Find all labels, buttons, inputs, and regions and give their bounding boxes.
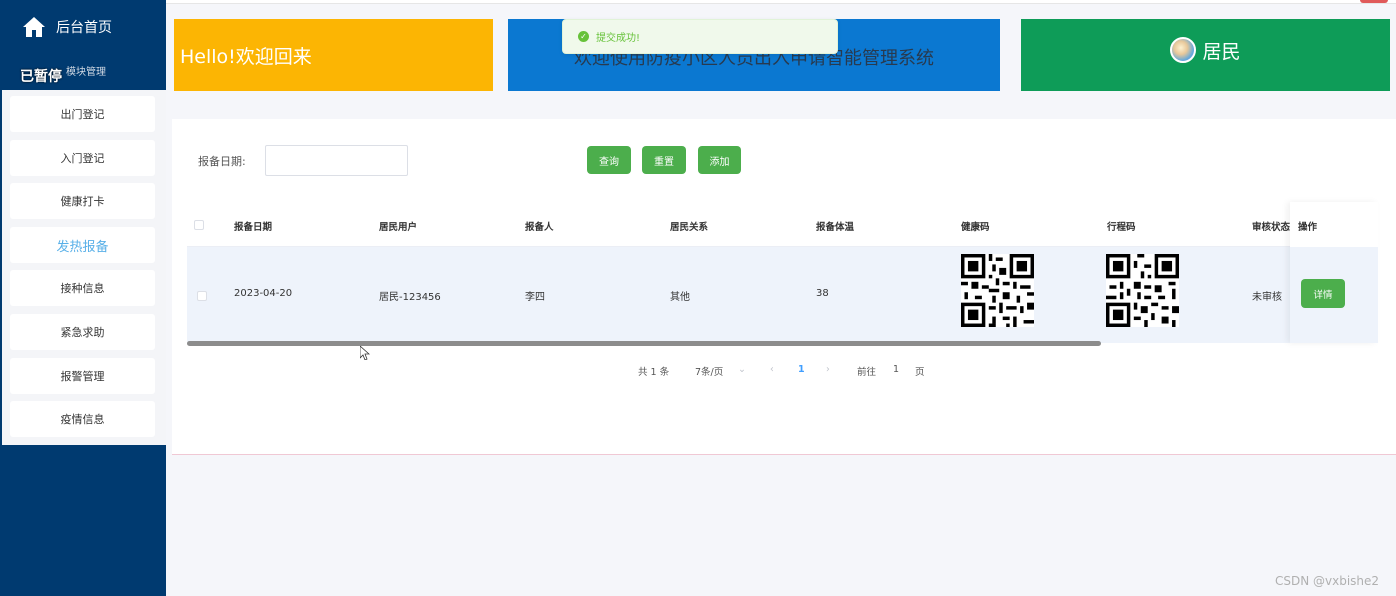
cell-reporter: 李四: [525, 292, 545, 303]
detail-button[interactable]: 详情: [1301, 279, 1345, 308]
header-actions: 操作: [1298, 222, 1318, 233]
avatar: [1170, 37, 1197, 63]
header-travel-code[interactable]: 行程码: [1107, 219, 1136, 233]
header-resident-user[interactable]: 居民用户: [379, 219, 417, 233]
sidebar-item-epidemic-info[interactable]: 疫情信息: [10, 401, 155, 437]
row-checkbox[interactable]: [197, 291, 207, 301]
sidebar-module-label[interactable]: 模块管理: [66, 63, 106, 78]
chevron-down-icon[interactable]: ⌄: [738, 364, 746, 375]
travel-qr-code-image[interactable]: [1106, 254, 1179, 327]
pagination-total: 共 1 条: [638, 367, 670, 378]
goto-page-input[interactable]: 1: [893, 364, 899, 375]
goto-prefix: 前往: [857, 367, 877, 378]
toast-message: 提交成功!: [596, 33, 641, 44]
health-qr-code-image[interactable]: [961, 254, 1034, 327]
reset-button[interactable]: 重置: [642, 146, 686, 174]
top-close-marker[interactable]: [1360, 0, 1388, 3]
watermark: CSDN @vxbishe2: [1275, 574, 1380, 588]
page-size-select[interactable]: 7条/页: [695, 364, 723, 378]
header-reporter[interactable]: 报备人: [525, 219, 554, 233]
check-circle-icon: ✓: [578, 31, 589, 42]
role-label: 居民: [1202, 40, 1241, 63]
date-filter-input[interactable]: [265, 145, 408, 176]
cell-review-status: 未审核: [1252, 292, 1282, 303]
sidebar-item-entry-registration[interactable]: 入门登记: [10, 140, 155, 176]
cell-relation: 其他: [670, 292, 690, 303]
header-relation[interactable]: 居民关系: [670, 219, 708, 233]
table-horizontal-scrollbar[interactable]: [187, 341, 1101, 346]
cell-report-date: 2023-04-20: [234, 288, 293, 299]
header-temperature[interactable]: 报备体温: [816, 219, 854, 233]
role-banner: 居民: [1021, 19, 1390, 91]
header-review-status[interactable]: 审核状态: [1252, 219, 1290, 233]
action-column: 操作 详情: [1290, 202, 1378, 343]
action-cell: 详情: [1290, 247, 1378, 343]
paused-overlay-label: 已暂停: [20, 69, 62, 85]
query-button[interactable]: 查询: [587, 146, 631, 174]
main-panel: 报备日期: 查询 重置 添加 报备日期 居民用户 报备人 居民关系 报备体温 健…: [172, 119, 1396, 455]
mouse-cursor-icon: [360, 346, 370, 360]
sidebar-item-health-checkin[interactable]: 健康打卡: [10, 183, 155, 219]
select-all-checkbox[interactable]: [194, 220, 204, 230]
sidebar: 后台首页 模块管理 已暂停 出门登记 入门登记 健康打卡 发热报备 接种信息 紧…: [0, 0, 166, 596]
home-icon: [23, 17, 45, 37]
date-filter-label: 报备日期:: [198, 155, 246, 168]
sidebar-item-alarm-management[interactable]: 报警管理: [10, 358, 155, 394]
top-bar: [166, 0, 1396, 4]
table-row[interactable]: 2023-04-20 居民-123456 李四 其他 38 未审核: [187, 247, 1378, 343]
sidebar-header: 后台首页 模块管理 已暂停: [0, 4, 166, 90]
sidebar-menu: 出门登记 入门登记 健康打卡 发热报备 接种信息 紧急求助 报警管理 疫情信息: [2, 90, 166, 445]
next-page-icon[interactable]: ›: [826, 364, 830, 375]
add-button[interactable]: 添加: [698, 146, 741, 174]
goto-suffix: 页: [915, 367, 925, 378]
sidebar-home-label: 后台首页: [56, 20, 112, 36]
cell-resident-user: 居民-123456: [379, 292, 441, 303]
header-health-code[interactable]: 健康码: [961, 219, 990, 233]
welcome-banner: Hello!欢迎回来: [174, 19, 493, 91]
header-report-date[interactable]: 报备日期: [234, 219, 272, 233]
cell-temperature: 38: [816, 288, 829, 299]
sidebar-item-vaccination-info[interactable]: 接种信息: [10, 270, 155, 306]
sidebar-item-emergency-help[interactable]: 紧急求助: [10, 314, 155, 350]
table-header: 报备日期 居民用户 报备人 居民关系 报备体温 健康码 行程码 审核状态: [187, 202, 1378, 247]
sidebar-home-link[interactable]: 后台首页: [22, 16, 112, 38]
sidebar-item-exit-registration[interactable]: 出门登记: [10, 96, 155, 132]
prev-page-icon[interactable]: ‹: [770, 364, 774, 375]
sidebar-item-fever-report[interactable]: 发热报备: [10, 227, 155, 263]
pagination: 共 1 条 7条/页 ⌄ ‹ 1 › 前往 1 页: [172, 364, 1396, 378]
success-toast: ✓ 提交成功!: [562, 19, 838, 54]
page-number-current[interactable]: 1: [798, 364, 805, 375]
